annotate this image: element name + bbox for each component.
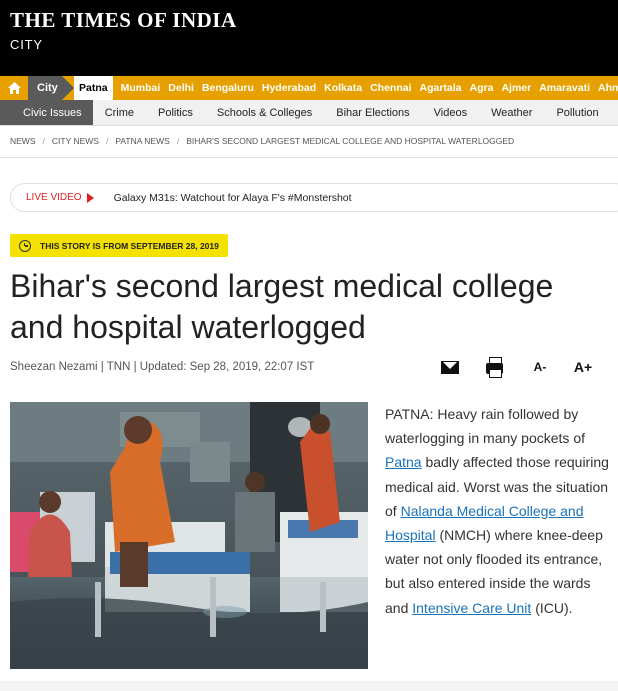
- city-link-patna[interactable]: Patna: [74, 76, 113, 100]
- subnav-civic-issues[interactable]: Civic Issues: [0, 100, 93, 125]
- divider: [0, 157, 618, 158]
- breadcrumb-news[interactable]: NEWS: [10, 136, 36, 146]
- city-link-ajmer[interactable]: Ajmer: [501, 82, 531, 94]
- play-icon: [86, 192, 94, 203]
- city-links: Patna Mumbai Delhi Bengaluru Hyderabad K…: [74, 76, 618, 100]
- home-icon: [7, 82, 21, 94]
- subnav-weather[interactable]: Weather: [479, 100, 544, 125]
- breadcrumb-separator: /: [176, 136, 180, 146]
- city-link-agartala[interactable]: Agartala: [420, 82, 462, 94]
- article-tools: A- A+: [440, 356, 618, 378]
- article-photo[interactable]: [10, 402, 368, 669]
- print-icon: [485, 357, 503, 378]
- subnav-pollution[interactable]: Pollution: [544, 100, 610, 125]
- city-link-chennai[interactable]: Chennai: [370, 82, 411, 94]
- clock-icon: [19, 239, 31, 252]
- breadcrumb: NEWS / CITY NEWS / PATNA NEWS / BIHAR'S …: [10, 136, 514, 146]
- live-video-bar[interactable]: LIVE VIDEO Galaxy M31s: Watchout for Ala…: [10, 183, 618, 212]
- subnav-bihar-elections[interactable]: Bihar Elections: [324, 100, 421, 125]
- subnav-videos[interactable]: Videos: [422, 100, 479, 125]
- city-nav-bar: City Patna Mumbai Delhi Bengaluru Hydera…: [0, 76, 618, 100]
- subnav-politics[interactable]: Politics: [146, 100, 205, 125]
- city-link-delhi[interactable]: Delhi: [168, 82, 194, 94]
- bottom-strip: [0, 681, 618, 691]
- masthead: THE TIMES OF INDIA CITY: [0, 0, 618, 76]
- font-increase-button[interactable]: A+: [571, 356, 595, 378]
- hospital-ward-image: [10, 402, 368, 669]
- body-text-1: PATNA: Heavy rain followed by waterloggi…: [385, 406, 585, 447]
- email-button[interactable]: [440, 356, 460, 378]
- live-video-label: LIVE VIDEO: [26, 192, 82, 203]
- site-logo[interactable]: THE TIMES OF INDIA: [10, 8, 237, 33]
- city-link-mumbai[interactable]: Mumbai: [121, 82, 161, 94]
- live-video-title[interactable]: Galaxy M31s: Watchout for Alaya F's #Mon…: [114, 192, 352, 204]
- city-link-amaravati[interactable]: Amaravati: [539, 82, 590, 94]
- city-link-agra[interactable]: Agra: [470, 82, 494, 94]
- city-link-hyderabad[interactable]: Hyderabad: [262, 82, 316, 94]
- article-headline: Bihar's second largest medical college a…: [10, 268, 554, 345]
- story-date-text: THIS STORY IS FROM SEPTEMBER 28, 2019: [40, 240, 219, 251]
- city-tab-arrow: [62, 76, 74, 100]
- body-text-4: (ICU).: [531, 599, 573, 616]
- subnav-crime[interactable]: Crime: [93, 100, 146, 125]
- print-button[interactable]: [484, 356, 504, 378]
- home-button[interactable]: [0, 76, 28, 100]
- breadcrumb-separator: /: [42, 136, 45, 146]
- subnav-schools-colleges[interactable]: Schools & Colleges: [205, 100, 324, 125]
- breadcrumb-patna-news[interactable]: PATNA NEWS: [115, 136, 169, 146]
- story-date-badge: THIS STORY IS FROM SEPTEMBER 28, 2019: [10, 234, 228, 257]
- article-byline: Sheezan Nezami | TNN | Updated: Sep 28, …: [10, 361, 315, 373]
- breadcrumb-current: BIHAR'S SECOND LARGEST MEDICAL COLLEGE A…: [186, 136, 515, 146]
- breadcrumb-city-news[interactable]: CITY NEWS: [52, 136, 99, 146]
- font-decrease-button[interactable]: A-: [530, 356, 550, 378]
- city-link-kolkata[interactable]: Kolkata: [324, 82, 362, 94]
- article-body: PATNA: Heavy rain followed by waterloggi…: [385, 402, 613, 620]
- link-icu[interactable]: Intensive Care Unit: [412, 600, 531, 616]
- link-patna[interactable]: Patna: [385, 454, 422, 470]
- section-title[interactable]: CITY: [10, 37, 43, 52]
- city-link-ahmedabad[interactable]: Ahmedabad: [598, 82, 618, 94]
- mail-icon: [441, 360, 459, 374]
- sub-nav-bar: Civic Issues Crime Politics Schools & Co…: [0, 100, 618, 126]
- city-link-bengaluru[interactable]: Bengaluru: [202, 82, 254, 94]
- breadcrumb-separator: /: [105, 136, 109, 146]
- city-tab[interactable]: City: [28, 76, 62, 100]
